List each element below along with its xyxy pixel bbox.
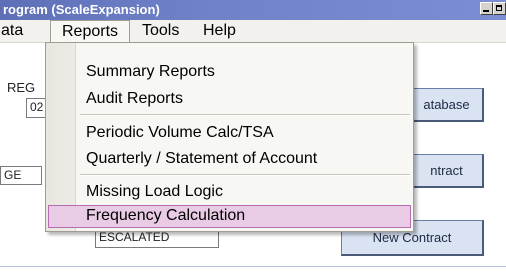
menu-tools[interactable]: Tools bbox=[142, 20, 179, 42]
menu-separator bbox=[80, 114, 410, 116]
menu-item-summary-reports[interactable]: Summary Reports bbox=[86, 61, 215, 83]
contract-button[interactable]: ntract bbox=[410, 154, 484, 188]
reg-value: 02 bbox=[30, 100, 44, 114]
menu-help[interactable]: Help bbox=[203, 20, 236, 42]
menu-bar: ata Reports Tools Help bbox=[0, 20, 506, 43]
left-field-value: GE bbox=[4, 168, 22, 182]
dropdown-icon-gutter bbox=[46, 43, 76, 231]
menu-item-periodic-volume-calc[interactable]: Periodic Volume Calc/TSA bbox=[86, 122, 274, 144]
menu-data[interactable]: ata bbox=[1, 20, 23, 42]
left-field[interactable]: GE bbox=[0, 166, 42, 185]
escalated-value: ESCALATED bbox=[99, 230, 170, 244]
database-button[interactable]: atabase bbox=[410, 88, 484, 122]
title-bar: rogram (ScaleExpansion) bbox=[0, 0, 506, 20]
menu-item-audit-reports[interactable]: Audit Reports bbox=[86, 88, 183, 110]
reg-label: REG bbox=[7, 80, 36, 95]
menu-item-frequency-calculation[interactable]: Frequency Calculation bbox=[86, 205, 245, 227]
database-button-label: atabase bbox=[423, 97, 470, 112]
menu-item-quarterly-statement[interactable]: Quarterly / Statement of Account bbox=[86, 148, 317, 170]
menu-reports[interactable]: Reports bbox=[50, 20, 130, 42]
new-contract-button-label: New Contract bbox=[372, 230, 452, 245]
menu-separator bbox=[80, 174, 410, 176]
reg-field[interactable]: 02 bbox=[26, 98, 46, 118]
menu-item-missing-load-logic[interactable]: Missing Load Logic bbox=[86, 181, 223, 203]
contract-button-label: ntract bbox=[430, 163, 463, 178]
minimize-icon[interactable] bbox=[480, 2, 493, 15]
bottom-divider bbox=[0, 266, 506, 267]
reports-dropdown: Summary Reports Audit Reports Periodic V… bbox=[45, 42, 414, 232]
window-title: rogram (ScaleExpansion) bbox=[3, 2, 160, 17]
maximize-icon[interactable] bbox=[493, 2, 506, 15]
